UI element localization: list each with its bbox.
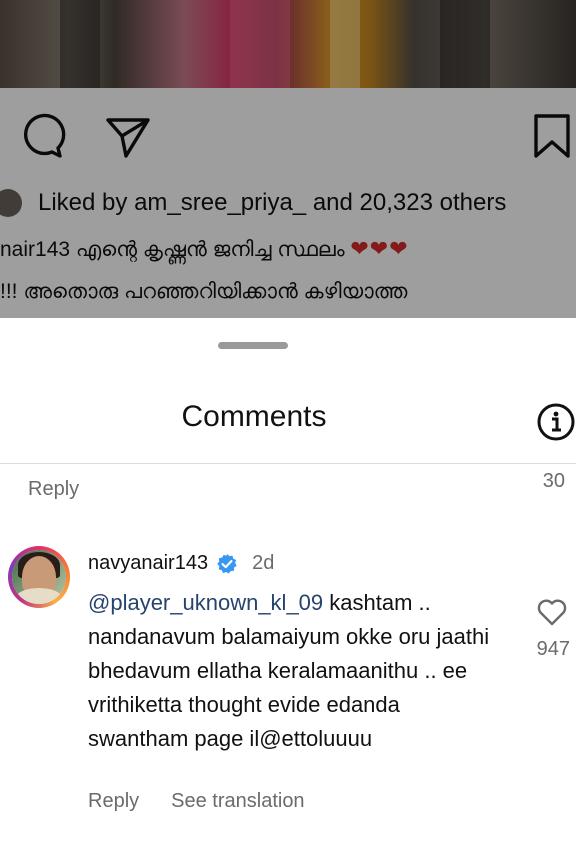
caption-line-2: !!! അതൊരു പറഞ്ഞറിയിക്കാൻ കഴിയാത്ത [0, 280, 408, 303]
comment-username[interactable]: navyanair143 [88, 552, 208, 575]
comment-text: @player_uknown_kl_09 kashtam .. nandanav… [88, 586, 498, 756]
info-icon[interactable] [536, 402, 576, 442]
comment-header: navyanair143 2d [88, 552, 274, 575]
see-translation-button[interactable]: See translation [171, 790, 304, 813]
avatar[interactable] [8, 546, 70, 608]
liked-by-user[interactable]: am_sree_priya_ [134, 189, 306, 217]
comment-actions: Reply See translation [88, 790, 305, 813]
verified-icon [217, 553, 237, 574]
post-background: Liked by am_sree_priya_ and 20,323 other… [0, 0, 576, 318]
liked-by-mid: and [312, 189, 353, 216]
reply-button-previous[interactable]: Reply [28, 478, 79, 501]
drag-handle[interactable] [218, 342, 288, 349]
likes-summary[interactable]: Liked by am_sree_priya_ and 20,323 other… [0, 183, 576, 223]
liker-avatar [0, 189, 22, 217]
post-image [0, 0, 576, 88]
comments-sheet: Comments Reply 30 navyanair143 2d @playe… [0, 318, 576, 849]
divider [0, 463, 576, 464]
post-caption: nair143 എന്റെ കൃഷ്ണൻ ജനിച്ച സ്ഥലം ❤❤❤ !!… [0, 228, 576, 313]
liked-by-prefix: Liked by [38, 189, 128, 216]
share-icon[interactable] [104, 112, 152, 160]
post-actions [0, 100, 576, 170]
comment-icon[interactable] [18, 112, 66, 160]
sheet-title: Comments [181, 400, 327, 433]
reply-button[interactable]: Reply [88, 790, 139, 813]
liked-by-count[interactable]: 20,323 others [360, 189, 507, 217]
comment-time: 2d [252, 552, 275, 574]
caption-hearts: ❤❤❤ [350, 236, 409, 261]
comment-mention[interactable]: @player_uknown_kl_09 [88, 590, 323, 615]
like-count-previous: 30 [542, 470, 565, 492]
bookmark-icon[interactable] [528, 112, 576, 160]
caption-line-1: nair143 എന്റെ കൃഷ്ണൻ ജനിച്ച സ്ഥലം [0, 238, 345, 261]
heart-icon[interactable] [536, 596, 568, 628]
comment-like-count: 947 [536, 638, 570, 660]
